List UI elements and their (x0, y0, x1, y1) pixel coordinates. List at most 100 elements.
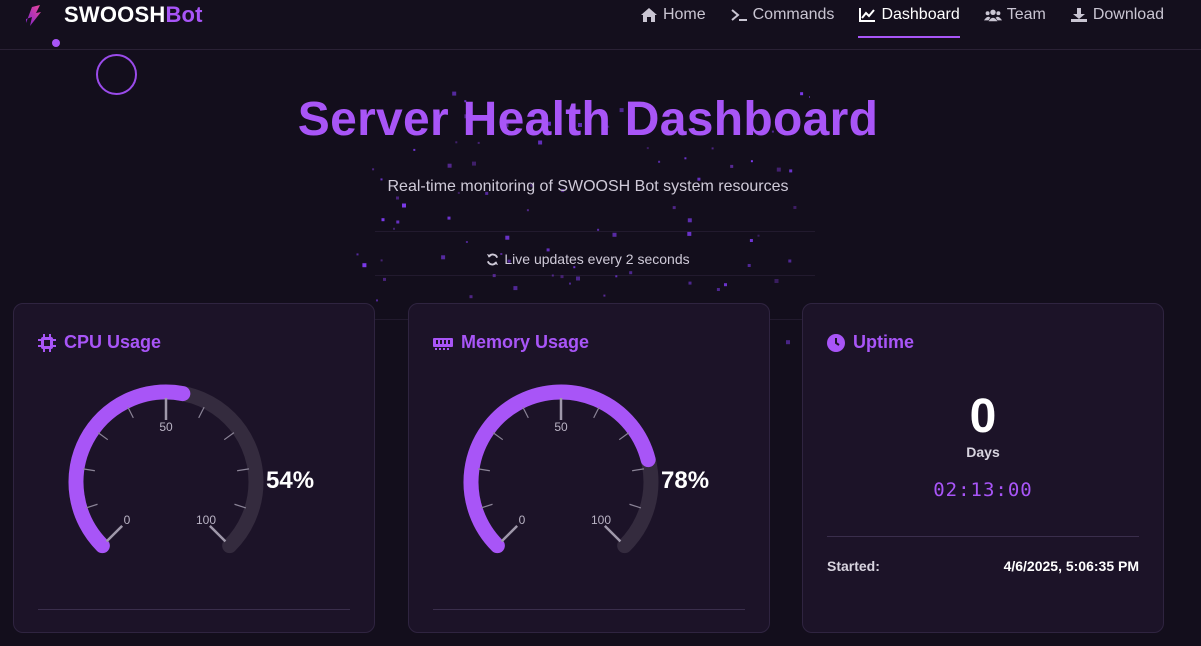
particle (383, 277, 386, 281)
gauge-tick-mark (198, 406, 205, 419)
gauge-tick-mark (208, 524, 227, 543)
card-divider (827, 536, 1139, 537)
particle (376, 299, 378, 302)
gauge-tick-mark (480, 503, 493, 509)
uptime-clock: 02:13:00 (933, 479, 1033, 501)
particle (505, 235, 510, 240)
cpu-icon (38, 333, 56, 352)
started-value: 4/6/2025, 5:06:35 PM (1003, 558, 1139, 574)
memory-percent: 78% (661, 467, 710, 494)
gauge-tick-50: 50 (554, 420, 568, 434)
particle (672, 206, 676, 210)
memory-card: Memory Usage 0 50 100 78% (408, 303, 770, 633)
particle (372, 168, 375, 171)
particle (447, 216, 451, 220)
gauge-tick-100: 100 (196, 513, 216, 527)
particle (687, 231, 692, 236)
particle (402, 203, 406, 208)
nav-download[interactable]: Download (1070, 4, 1164, 26)
gauge-tick-mark (629, 503, 642, 509)
gauge-tick-mark (234, 503, 247, 509)
particle (711, 147, 714, 150)
particle (688, 281, 692, 285)
gauge-fill (463, 384, 656, 554)
particle (603, 294, 606, 297)
memory-icon (433, 337, 453, 350)
particle (757, 234, 760, 237)
brand-name: SWOOSHBot (64, 2, 203, 27)
gauge-tick-mark (237, 468, 250, 472)
cpu-title: CPU Usage (64, 332, 162, 352)
particle (776, 167, 781, 172)
nav-commands[interactable]: Commands (730, 4, 835, 26)
gauge-tick-mark (500, 524, 519, 543)
particle (793, 206, 797, 209)
page-subtitle: Real-time monitoring of SWOOSH Bot syste… (387, 178, 789, 195)
chart-line-icon (859, 8, 876, 22)
particle (629, 271, 633, 275)
particle (526, 209, 529, 212)
nav-dashboard[interactable]: Dashboard (858, 4, 961, 38)
gauge-tick-100: 100 (591, 513, 611, 527)
particle (413, 148, 416, 151)
gauge-tick-0: 0 (519, 513, 526, 527)
nav-download-label: Download (1092, 6, 1164, 23)
nav-dashboard-label: Dashboard (881, 6, 960, 23)
nav-commands-label: Commands (752, 6, 835, 23)
particle (513, 286, 518, 291)
gauge-tick-mark (477, 468, 490, 472)
particle (396, 196, 399, 200)
memory-gauge: 0 50 100 (463, 384, 659, 554)
gauge-tick-mark (593, 406, 600, 419)
gauge-tick-mark (492, 432, 504, 441)
particle (774, 279, 779, 283)
particle (724, 283, 727, 287)
page-title: Server Health Dashboard (297, 93, 879, 146)
top-nav: SWOOSHBot Home Commands Dashboard Team D… (0, 0, 1201, 50)
particle (393, 227, 395, 230)
gauge-tick-mark (223, 432, 235, 441)
particle (551, 274, 554, 277)
particle (716, 288, 720, 291)
clock-icon (827, 333, 845, 352)
started-label: Started: (827, 558, 880, 574)
particle (492, 274, 496, 278)
uptime-title: Uptime (853, 332, 915, 352)
gauge-tick-mark (105, 524, 124, 543)
home-icon (640, 8, 657, 22)
particle (786, 340, 790, 345)
gauge-tick-mark (82, 468, 95, 472)
nav-team[interactable]: Team (983, 4, 1046, 26)
cpu-card: CPU Usage 0 50 100 54% (13, 303, 375, 633)
uptime-days: 0 (969, 390, 997, 443)
card-divider (38, 609, 350, 610)
nav-home[interactable]: Home (640, 4, 706, 26)
nav-team-label: Team (1006, 6, 1046, 23)
memory-title: Memory Usage (461, 332, 590, 352)
particle (576, 276, 580, 281)
particle (789, 169, 793, 173)
cpu-gauge: 0 50 100 (68, 384, 264, 554)
particle (684, 157, 687, 160)
live-indicator: Live updates every 2 seconds (0, 251, 1176, 267)
sync-icon (487, 253, 499, 265)
cpu-percent: 54% (266, 467, 315, 494)
particle (687, 218, 692, 223)
uptime-started-row: Started: 4/6/2025, 5:06:35 PM (827, 558, 1139, 574)
particle (749, 239, 753, 242)
download-icon (1070, 8, 1087, 22)
gauge-tick-mark (603, 524, 622, 543)
decor-dot (52, 39, 60, 47)
gauge-tick-mark (97, 432, 109, 441)
gauge-tick-mark (127, 406, 134, 419)
particle (658, 160, 661, 163)
particle (750, 160, 753, 163)
gauge-tick-mark (522, 406, 529, 419)
brand[interactable]: SWOOSHBot (22, 2, 203, 28)
particle (730, 164, 734, 168)
particle (646, 147, 649, 150)
particle (597, 228, 600, 231)
uptime-card: Uptime 0 Days 02:13:00 Started: 4/6/2025… (802, 303, 1164, 633)
particle (615, 275, 618, 278)
bot-logo-icon (26, 5, 41, 26)
